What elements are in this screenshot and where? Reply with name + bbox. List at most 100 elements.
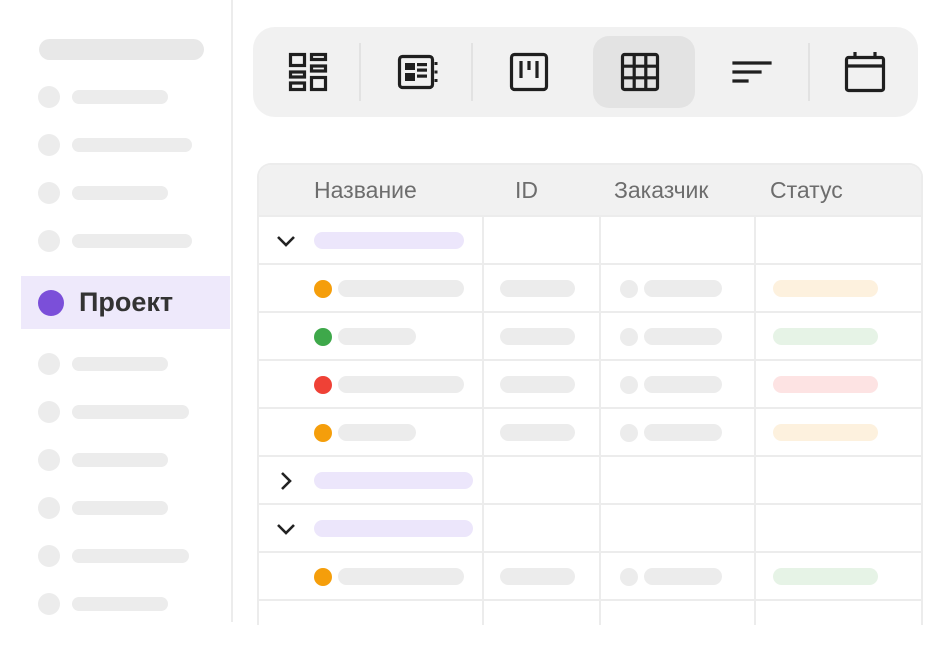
chevron-down-icon[interactable] (273, 516, 299, 542)
customer-avatar (620, 280, 638, 298)
task-name-placeholder (338, 424, 416, 441)
sidebar-item-icon (38, 134, 60, 156)
sidebar-item[interactable] (0, 484, 231, 532)
sidebar-item-label-placeholder (72, 186, 168, 200)
sidebar-item[interactable] (0, 436, 231, 484)
sidebar-item[interactable] (0, 340, 231, 388)
group-row[interactable] (259, 215, 921, 265)
table-grid-icon (620, 52, 660, 92)
chevron-down-icon[interactable] (273, 228, 299, 254)
status-dot (314, 328, 332, 346)
customer-avatar (620, 328, 638, 346)
table-view-button[interactable] (585, 27, 695, 117)
calendar-icon (844, 52, 886, 93)
sidebar-item-project[interactable]: Проект (21, 276, 230, 329)
customer-avatar (620, 568, 638, 586)
sidebar-item-label-placeholder (72, 138, 192, 152)
id-placeholder (500, 424, 575, 441)
column-header-status[interactable]: Статус (770, 176, 843, 204)
board-view-button[interactable] (363, 27, 473, 117)
status-dot (314, 424, 332, 442)
sidebar-item[interactable] (0, 532, 231, 580)
table-header: Название ID Заказчик Статус (259, 165, 921, 215)
sidebar-item-label-placeholder (72, 90, 168, 104)
sidebar-item-label-placeholder (72, 597, 168, 611)
sidebar-item[interactable] (0, 169, 231, 217)
sidebar-item-icon (38, 182, 60, 204)
sidebar-item[interactable] (0, 388, 231, 436)
sidebar-item[interactable] (0, 580, 231, 628)
customer-avatar (620, 376, 638, 394)
sidebar-item-label-placeholder (72, 501, 168, 515)
sidebar-item-icon (38, 230, 60, 252)
sidebar-item-label-placeholder (72, 453, 168, 467)
sort-list-icon (732, 61, 772, 83)
toolbar-separator (359, 43, 361, 101)
table-row[interactable] (259, 407, 921, 457)
sort-list-view-button[interactable] (697, 27, 807, 117)
customer-name-placeholder (644, 328, 722, 345)
group-name-placeholder (314, 232, 464, 249)
calendar-view-button[interactable] (810, 27, 920, 117)
status-dot (314, 280, 332, 298)
id-placeholder (500, 568, 575, 585)
customer-name-placeholder (644, 568, 722, 585)
sidebar: Проект (0, 0, 233, 622)
status-badge[interactable] (773, 568, 878, 585)
projects-table: Название ID Заказчик Статус (257, 163, 923, 625)
task-name-placeholder (338, 568, 464, 585)
status-badge[interactable] (773, 424, 878, 441)
task-name-placeholder (338, 280, 464, 297)
table-row[interactable] (259, 359, 921, 409)
column-divider (754, 215, 756, 625)
group-row[interactable] (259, 503, 921, 553)
status-badge[interactable] (773, 280, 878, 297)
id-placeholder (500, 376, 575, 393)
table-row[interactable] (259, 599, 921, 625)
table-row[interactable] (259, 263, 921, 313)
status-dot (314, 568, 332, 586)
id-placeholder (500, 328, 575, 345)
status-dot (314, 376, 332, 394)
task-name-placeholder (338, 328, 416, 345)
chevron-right-icon[interactable] (273, 468, 299, 494)
sidebar-item-icon (38, 353, 60, 375)
customer-name-placeholder (644, 280, 722, 297)
column-header-name[interactable]: Название (314, 176, 417, 204)
id-placeholder (500, 280, 575, 297)
sidebar-header-placeholder (39, 39, 204, 60)
status-badge[interactable] (773, 376, 878, 393)
status-badge[interactable] (773, 328, 878, 345)
dashboard-view-button[interactable] (253, 27, 363, 117)
table-row[interactable] (259, 311, 921, 361)
sidebar-item-icon (38, 449, 60, 471)
column-header-id[interactable]: ID (515, 176, 538, 204)
sidebar-item-icon (38, 545, 60, 567)
toolbar-separator (471, 43, 473, 101)
column-divider (599, 215, 601, 625)
column-divider (482, 215, 484, 625)
group-name-placeholder (314, 472, 473, 489)
column-header-customer[interactable]: Заказчик (614, 176, 708, 204)
customer-avatar (620, 424, 638, 442)
sidebar-item-icon (38, 593, 60, 615)
sidebar-item[interactable] (0, 121, 231, 169)
kanban-icon (509, 52, 549, 92)
sidebar-item[interactable] (0, 73, 231, 121)
sidebar-item-label-placeholder (72, 405, 189, 419)
board-view-icon (397, 54, 438, 90)
sidebar-item-icon (38, 497, 60, 519)
sidebar-item-label-placeholder (72, 549, 189, 563)
customer-name-placeholder (644, 376, 722, 393)
view-switcher-toolbar (253, 27, 918, 117)
customer-name-placeholder (644, 424, 722, 441)
project-color-icon (38, 290, 64, 316)
sidebar-item-label-placeholder (72, 357, 168, 371)
dashboard-icon (288, 52, 328, 92)
sidebar-item-label-placeholder (72, 234, 192, 248)
sidebar-item[interactable] (0, 217, 231, 265)
kanban-view-button[interactable] (474, 27, 584, 117)
table-row[interactable] (259, 551, 921, 601)
group-row[interactable] (259, 455, 921, 505)
sidebar-item-icon (38, 401, 60, 423)
